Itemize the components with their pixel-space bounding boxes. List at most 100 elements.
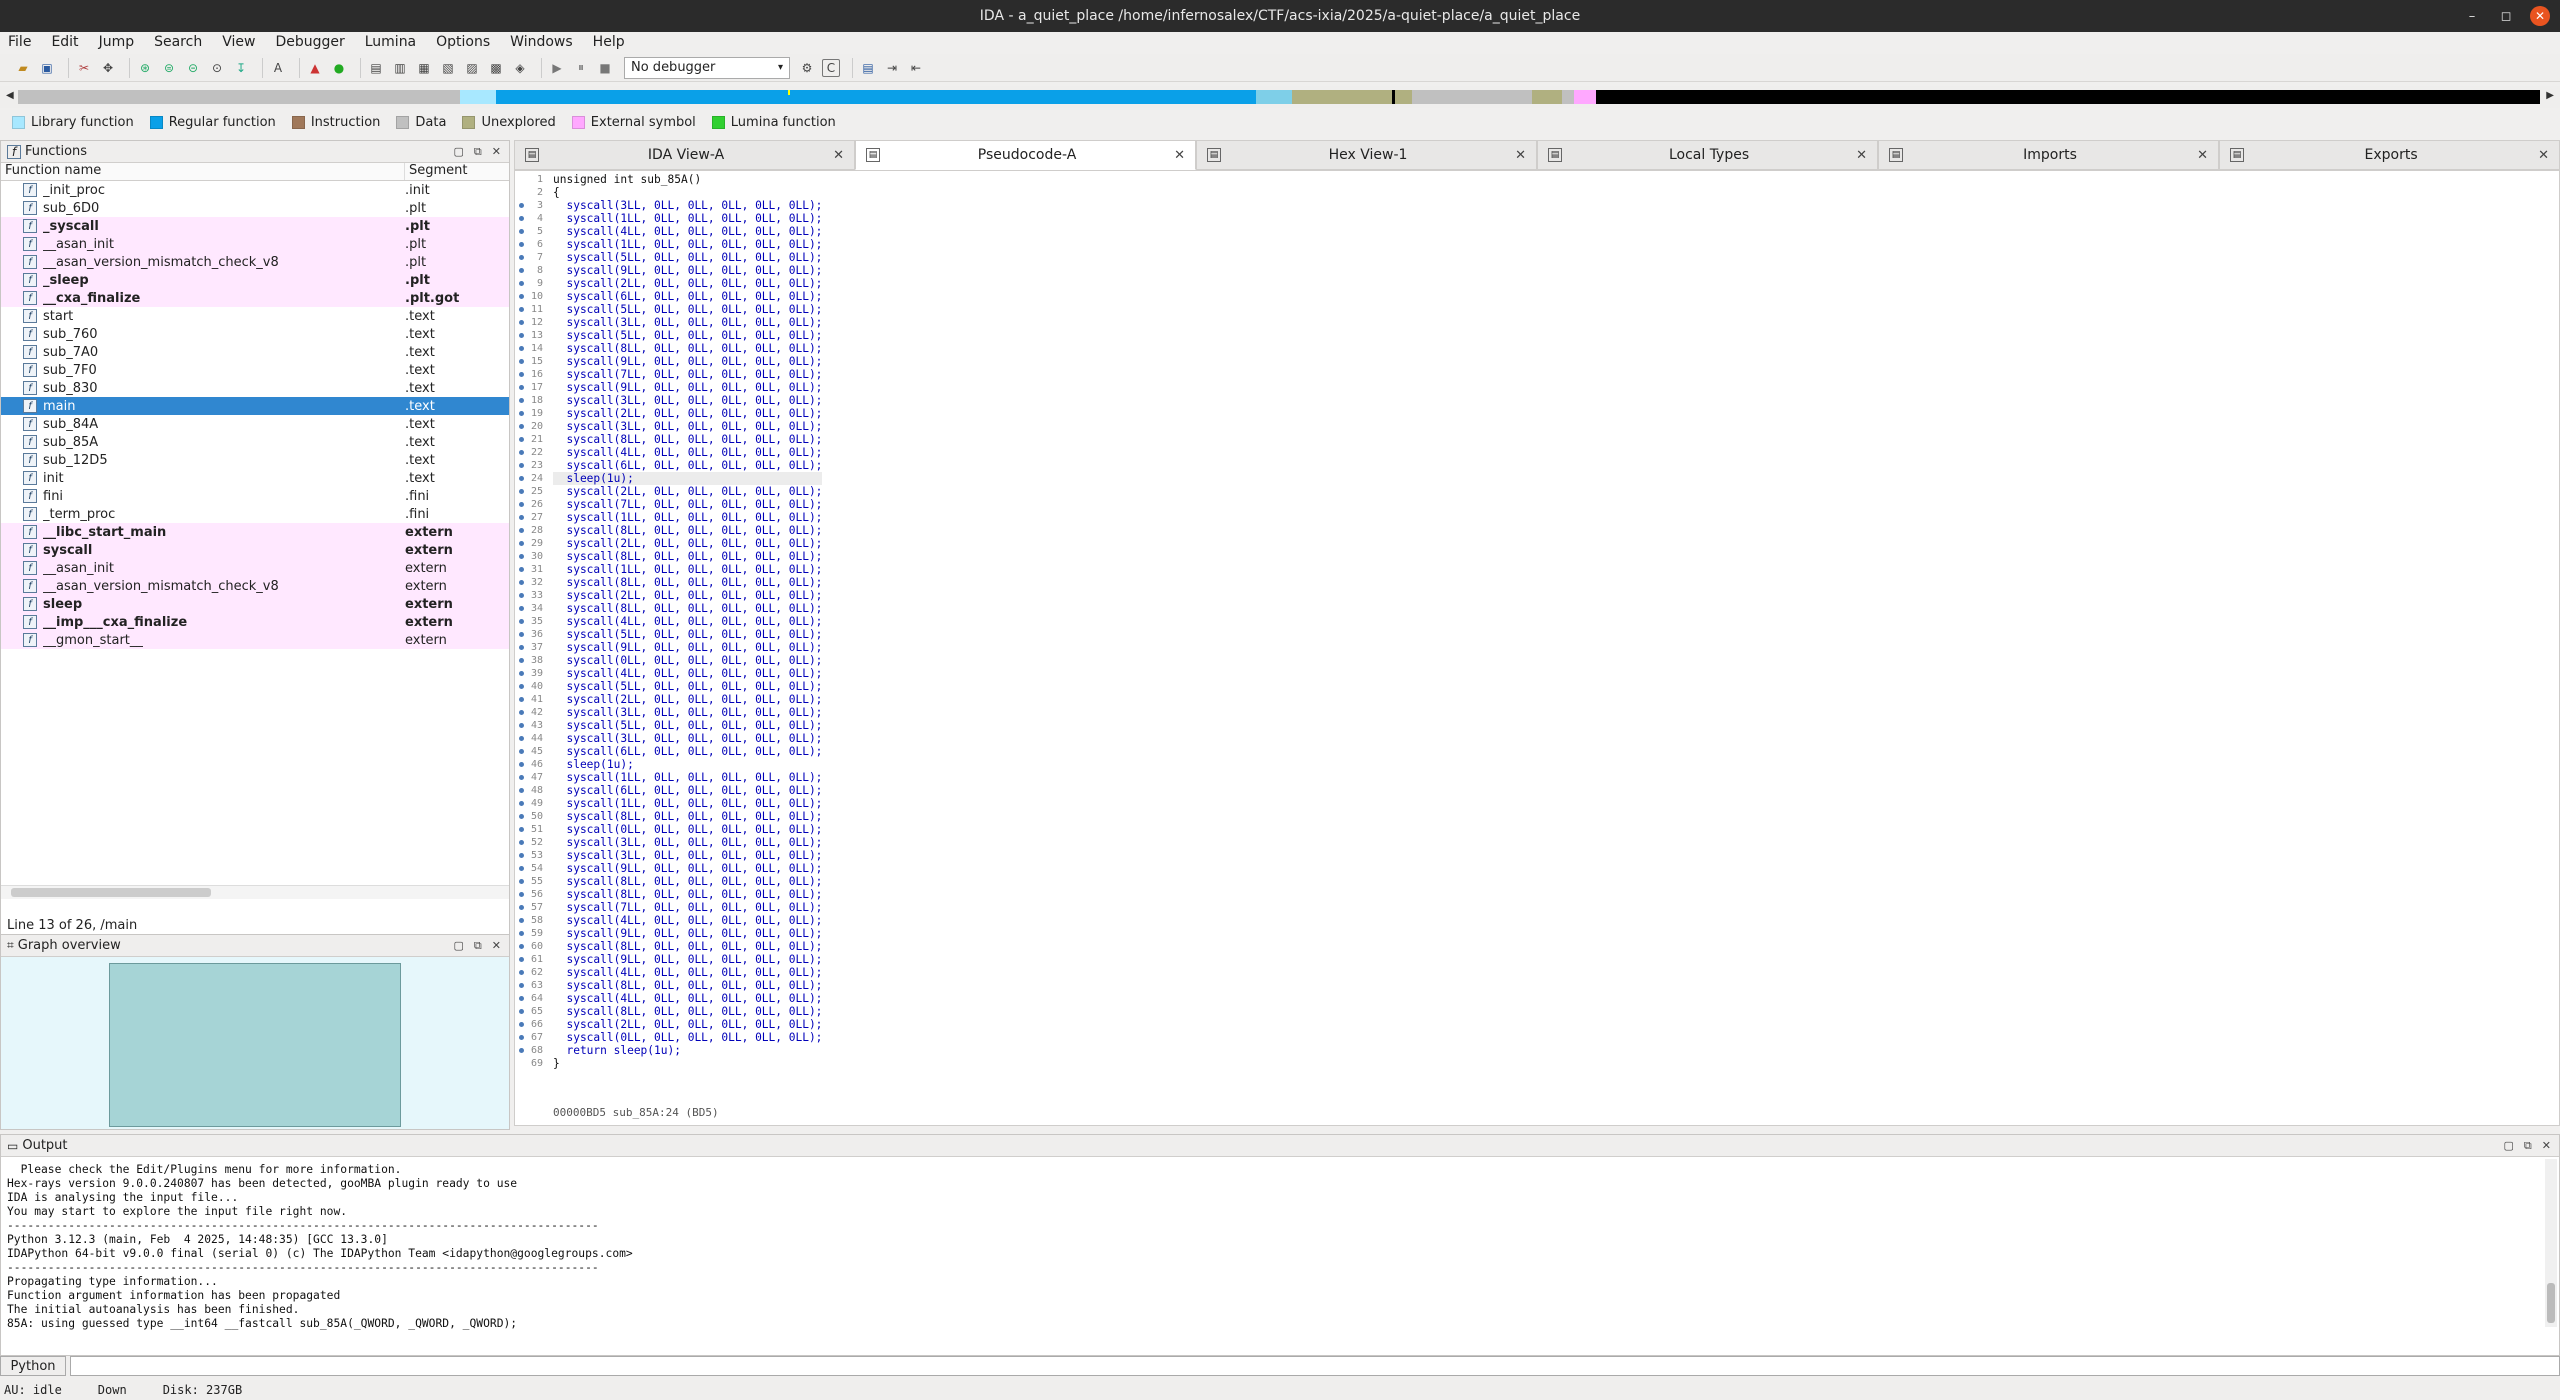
menu-windows[interactable]: Windows bbox=[510, 34, 573, 50]
code-line[interactable]: 2{ bbox=[537, 186, 822, 199]
function-row[interactable]: f sub_6D0 .plt bbox=[1, 199, 509, 217]
breakpoint-dot[interactable] bbox=[519, 827, 524, 832]
data-icon[interactable]: ▥ bbox=[391, 59, 409, 77]
breakpoint-dot[interactable] bbox=[519, 307, 524, 312]
save-icon[interactable]: ▣ bbox=[38, 59, 56, 77]
python-command-input[interactable] bbox=[70, 1356, 2560, 1376]
function-row[interactable]: f _term_proc .fini bbox=[1, 505, 509, 523]
code-line[interactable]: 37 syscall(9LL, 0LL, 0LL, 0LL, 0LL, 0LL)… bbox=[519, 641, 822, 654]
breakpoint-dot[interactable] bbox=[519, 268, 524, 273]
code-line[interactable]: 33 syscall(2LL, 0LL, 0LL, 0LL, 0LL, 0LL)… bbox=[519, 589, 822, 602]
code-line[interactable]: 42 syscall(3LL, 0LL, 0LL, 0LL, 0LL, 0LL)… bbox=[519, 706, 822, 719]
debugger-options-icon[interactable]: ⚙ bbox=[798, 59, 816, 77]
breakpoint-dot[interactable] bbox=[519, 1035, 524, 1040]
code-line[interactable]: 23 syscall(6LL, 0LL, 0LL, 0LL, 0LL, 0LL)… bbox=[519, 459, 822, 472]
code-line[interactable]: 22 syscall(4LL, 0LL, 0LL, 0LL, 0LL, 0LL)… bbox=[519, 446, 822, 459]
breakpoint-dot[interactable] bbox=[519, 450, 524, 455]
function-row[interactable]: f sub_84A .text bbox=[1, 415, 509, 433]
code-line[interactable]: 17 syscall(9LL, 0LL, 0LL, 0LL, 0LL, 0LL)… bbox=[519, 381, 822, 394]
tab-close-icon[interactable]: ✕ bbox=[1515, 148, 1526, 163]
pseudocode-view[interactable]: 1 unsigned int sub_85A() 2{3 syscall(3LL, … bbox=[514, 170, 2560, 1126]
code-line[interactable]: 1 unsigned int sub_85A() bbox=[537, 173, 822, 186]
code-line[interactable]: 65 syscall(8LL, 0LL, 0LL, 0LL, 0LL, 0LL)… bbox=[519, 1005, 822, 1018]
code-line[interactable]: 9 syscall(2LL, 0LL, 0LL, 0LL, 0LL, 0LL); bbox=[519, 277, 822, 290]
output-vscrollbar[interactable] bbox=[2545, 1159, 2557, 1327]
function-row[interactable]: f _sleep .plt bbox=[1, 271, 509, 289]
breakpoint-dot[interactable] bbox=[519, 892, 524, 897]
code-line[interactable]: 55 syscall(8LL, 0LL, 0LL, 0LL, 0LL, 0LL)… bbox=[519, 875, 822, 888]
code-line[interactable]: 54 syscall(9LL, 0LL, 0LL, 0LL, 0LL, 0LL)… bbox=[519, 862, 822, 875]
struct-icon[interactable]: ▩ bbox=[487, 59, 505, 77]
breakpoint-dot[interactable] bbox=[519, 645, 524, 650]
undefine-icon[interactable]: ▨ bbox=[463, 59, 481, 77]
code-line[interactable]: 56 syscall(8LL, 0LL, 0LL, 0LL, 0LL, 0LL)… bbox=[519, 888, 822, 901]
code-line[interactable]: 32 syscall(8LL, 0LL, 0LL, 0LL, 0LL, 0LL)… bbox=[519, 576, 822, 589]
breakpoint-dot[interactable] bbox=[519, 1048, 524, 1053]
menu-edit[interactable]: Edit bbox=[51, 34, 78, 50]
code-line[interactable]: 50 syscall(8LL, 0LL, 0LL, 0LL, 0LL, 0LL)… bbox=[519, 810, 822, 823]
function-row[interactable]: f sub_85A .text bbox=[1, 433, 509, 451]
menu-help[interactable]: Help bbox=[593, 34, 625, 50]
column-function-name[interactable]: Function name bbox=[1, 163, 405, 180]
breakpoint-dot[interactable] bbox=[519, 671, 524, 676]
breakpoint-dot[interactable] bbox=[519, 554, 524, 559]
breakpoint-dot[interactable] bbox=[519, 814, 524, 819]
enum-icon[interactable]: ◈ bbox=[511, 59, 529, 77]
code-line[interactable]: 68 return sleep(1u); bbox=[519, 1044, 822, 1057]
code-line[interactable]: 21 syscall(8LL, 0LL, 0LL, 0LL, 0LL, 0LL)… bbox=[519, 433, 822, 446]
code-line[interactable]: 39 syscall(4LL, 0LL, 0LL, 0LL, 0LL, 0LL)… bbox=[519, 667, 822, 680]
code-line[interactable]: 44 syscall(3LL, 0LL, 0LL, 0LL, 0LL, 0LL)… bbox=[519, 732, 822, 745]
code-line[interactable]: 25 syscall(2LL, 0LL, 0LL, 0LL, 0LL, 0LL)… bbox=[519, 485, 822, 498]
tab-close-icon[interactable]: ✕ bbox=[833, 148, 844, 163]
menu-search[interactable]: Search bbox=[154, 34, 202, 50]
breakpoint-dot[interactable] bbox=[519, 879, 524, 884]
code-line[interactable]: 15 syscall(9LL, 0LL, 0LL, 0LL, 0LL, 0LL)… bbox=[519, 355, 822, 368]
nav-right-icon[interactable]: ▶ bbox=[2546, 90, 2554, 101]
text-search-icon[interactable]: ⊜ bbox=[160, 59, 178, 77]
breakpoint-dot[interactable] bbox=[519, 489, 524, 494]
breakpoint-dot[interactable] bbox=[519, 840, 524, 845]
panel-float-icon[interactable]: ▢ bbox=[2504, 1139, 2514, 1153]
breakpoint-dot[interactable] bbox=[519, 918, 524, 923]
outdent-icon[interactable]: ⇤ bbox=[907, 59, 925, 77]
function-row[interactable]: f __imp___cxa_finalize extern bbox=[1, 613, 509, 631]
code-line[interactable]: 28 syscall(8LL, 0LL, 0LL, 0LL, 0LL, 0LL)… bbox=[519, 524, 822, 537]
breakpoint-dot[interactable] bbox=[519, 359, 524, 364]
code-line[interactable]: 5 syscall(4LL, 0LL, 0LL, 0LL, 0LL, 0LL); bbox=[519, 225, 822, 238]
code-line[interactable]: 47 syscall(1LL, 0LL, 0LL, 0LL, 0LL, 0LL)… bbox=[519, 771, 822, 784]
code-line[interactable]: 14 syscall(8LL, 0LL, 0LL, 0LL, 0LL, 0LL)… bbox=[519, 342, 822, 355]
tab-close-icon[interactable]: ✕ bbox=[2538, 148, 2549, 163]
tab-close-icon[interactable]: ✕ bbox=[1856, 148, 1867, 163]
code-line[interactable]: 10 syscall(6LL, 0LL, 0LL, 0LL, 0LL, 0LL)… bbox=[519, 290, 822, 303]
breakpoint-dot[interactable] bbox=[519, 866, 524, 871]
breakpoint-dot[interactable] bbox=[519, 788, 524, 793]
code-line[interactable]: 40 syscall(5LL, 0LL, 0LL, 0LL, 0LL, 0LL)… bbox=[519, 680, 822, 693]
cli-language-button[interactable]: Python bbox=[0, 1356, 66, 1376]
function-row[interactable]: f __asan_init extern bbox=[1, 559, 509, 577]
code-line[interactable]: 57 syscall(7LL, 0LL, 0LL, 0LL, 0LL, 0LL)… bbox=[519, 901, 822, 914]
code-line[interactable]: 18 syscall(3LL, 0LL, 0LL, 0LL, 0LL, 0LL)… bbox=[519, 394, 822, 407]
function-row[interactable]: f main .text bbox=[1, 397, 509, 415]
code-line[interactable]: 35 syscall(4LL, 0LL, 0LL, 0LL, 0LL, 0LL)… bbox=[519, 615, 822, 628]
breakpoint-dot[interactable] bbox=[519, 853, 524, 858]
string-icon[interactable]: ▦ bbox=[415, 59, 433, 77]
function-row[interactable]: f __libc_start_main extern bbox=[1, 523, 509, 541]
code-line[interactable]: 48 syscall(6LL, 0LL, 0LL, 0LL, 0LL, 0LL)… bbox=[519, 784, 822, 797]
code-line[interactable]: 34 syscall(8LL, 0LL, 0LL, 0LL, 0LL, 0LL)… bbox=[519, 602, 822, 615]
code-line[interactable]: 6 syscall(1LL, 0LL, 0LL, 0LL, 0LL, 0LL); bbox=[519, 238, 822, 251]
code-line[interactable]: 12 syscall(3LL, 0LL, 0LL, 0LL, 0LL, 0LL)… bbox=[519, 316, 822, 329]
code-line[interactable]: 36 syscall(5LL, 0LL, 0LL, 0LL, 0LL, 0LL)… bbox=[519, 628, 822, 641]
code-line[interactable]: 19 syscall(2LL, 0LL, 0LL, 0LL, 0LL, 0LL)… bbox=[519, 407, 822, 420]
breakpoint-dot[interactable] bbox=[519, 346, 524, 351]
code-line[interactable]: 7 syscall(5LL, 0LL, 0LL, 0LL, 0LL, 0LL); bbox=[519, 251, 822, 264]
breakpoint-dot[interactable] bbox=[519, 476, 524, 481]
function-row[interactable]: f __asan_version_mismatch_check_v8 .plt bbox=[1, 253, 509, 271]
code-line[interactable]: 29 syscall(2LL, 0LL, 0LL, 0LL, 0LL, 0LL)… bbox=[519, 537, 822, 550]
breakpoint-dot[interactable] bbox=[519, 437, 524, 442]
function-row[interactable]: f __asan_init .plt bbox=[1, 235, 509, 253]
code-line[interactable]: 38 syscall(0LL, 0LL, 0LL, 0LL, 0LL, 0LL)… bbox=[519, 654, 822, 667]
code-line[interactable]: 41 syscall(2LL, 0LL, 0LL, 0LL, 0LL, 0LL)… bbox=[519, 693, 822, 706]
function-row[interactable]: f sub_760 .text bbox=[1, 325, 509, 343]
tab-pseudocode-a[interactable]: ▤ Pseudocode-A ✕ bbox=[855, 140, 1196, 170]
function-row[interactable]: f start .text bbox=[1, 307, 509, 325]
